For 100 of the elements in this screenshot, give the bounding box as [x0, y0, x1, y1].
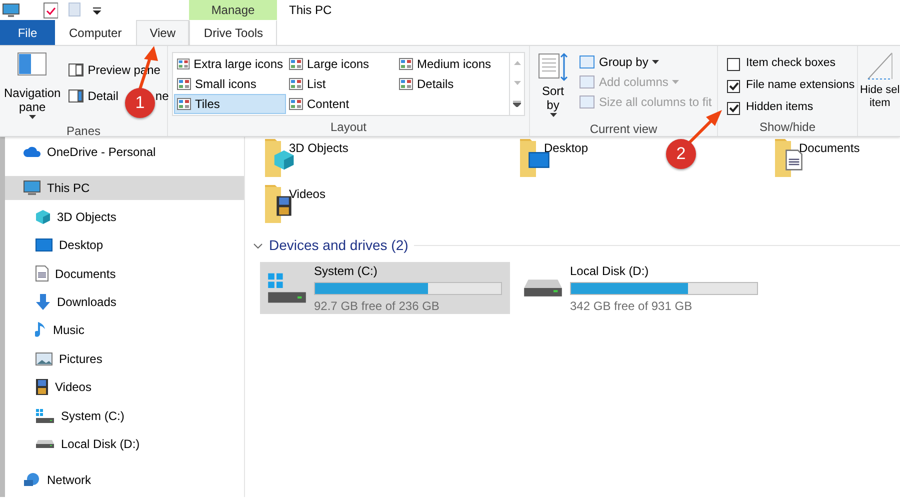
navigation-pane-button[interactable]: Navigation pane	[4, 50, 61, 122]
nav-item[interactable]: Documents	[5, 262, 244, 286]
layout-option[interactable]: Tiles	[174, 94, 286, 114]
window-title: This PC	[289, 2, 332, 19]
checkbox[interactable]	[727, 58, 740, 70]
section-heading[interactable]: Devices and drives (2)	[269, 235, 408, 256]
view-command[interactable]: Group by	[576, 52, 662, 72]
option-label: File name extensions	[746, 78, 855, 94]
nav-item[interactable]: Downloads	[5, 290, 244, 314]
sort-icon	[538, 52, 568, 82]
free-space-text: 92.7 GB free of 236 GB	[314, 298, 440, 314]
checkbox-option[interactable]: Hidden items	[724, 98, 858, 118]
checkbox[interactable]	[727, 102, 740, 114]
option-label: Hidden items	[746, 100, 814, 116]
nav-item[interactable]: Network	[5, 468, 244, 492]
picture-icon	[35, 352, 53, 366]
view-icon	[399, 58, 413, 70]
nav-label: OneDrive - Personal	[47, 144, 156, 161]
nav-item[interactable]: This PC	[5, 176, 244, 200]
layout-option[interactable]: List	[286, 74, 396, 94]
drive-tile[interactable]: System (C:) 92.7 GB free of 236 GB	[260, 262, 510, 314]
pane-toggle[interactable]: Detail	[64, 86, 120, 106]
nav-item[interactable]: 3D Objects	[5, 204, 244, 229]
view-command: Add columns	[576, 72, 682, 92]
dropdown-icon	[92, 5, 102, 15]
drive-icon	[522, 277, 564, 299]
option-label: Item check boxes	[746, 56, 836, 72]
view-icon	[289, 78, 303, 90]
pane-icon	[17, 52, 48, 76]
nav-item[interactable]: Local Disk (D:)	[5, 432, 244, 456]
nav-item[interactable]: Videos	[5, 375, 244, 400]
folder-label: Videos	[289, 186, 326, 203]
document-icon	[35, 265, 49, 282]
checkbox-option[interactable]: Item check boxes	[724, 54, 858, 74]
label-fragment: ne	[155, 88, 169, 105]
ribbon-tab[interactable]: View	[136, 20, 190, 45]
monitor-icon	[23, 180, 41, 196]
nav-label: 3D Objects	[57, 208, 116, 226]
view-icon	[177, 98, 191, 110]
layout-option[interactable]: Medium icons	[396, 54, 508, 74]
nav-item[interactable]: Desktop	[5, 233, 244, 258]
nav-item[interactable]: Music	[5, 318, 244, 342]
folder-item[interactable]: 3D Objects	[265, 139, 520, 179]
nav-label: Network	[47, 472, 92, 490]
nav-label: Local Disk (D:)	[61, 436, 140, 454]
caret-icon	[652, 60, 660, 64]
layout-option[interactable]: Extra large icons	[174, 54, 286, 74]
down-arrow-icon	[35, 293, 51, 312]
network-icon	[23, 472, 41, 488]
checkbox[interactable]	[727, 80, 740, 92]
group-label: Show/hide	[758, 119, 817, 136]
nav-label: Desktop	[59, 237, 104, 254]
nav-label: Pictures	[59, 350, 102, 368]
layout-option[interactable]: Content	[286, 94, 396, 114]
group-icon	[579, 55, 595, 69]
sort-by-button[interactable]: Sort by	[534, 50, 572, 120]
expand-icon	[513, 101, 521, 107]
details-pane-icon	[68, 89, 84, 103]
scroll-up-icon	[514, 61, 520, 65]
nav-item[interactable]: System (C:)	[5, 404, 244, 428]
nav-label: Documents	[55, 266, 116, 283]
ribbon-tab[interactable]: File	[0, 20, 55, 45]
step-badge: 2	[666, 139, 696, 169]
ribbon-tab[interactable]: Computer	[55, 20, 136, 45]
folder-item[interactable]: Documents	[775, 139, 900, 179]
contextual-tab-header: Manage	[189, 0, 277, 20]
layout-option[interactable]: Small icons	[174, 74, 286, 94]
drive-name: Local Disk (D:)	[570, 262, 650, 280]
hide-icon	[867, 52, 893, 80]
view-icon	[289, 98, 303, 110]
layout-option[interactable]: Large icons	[286, 54, 396, 74]
group-label: Panes	[65, 122, 102, 140]
cube-icon	[35, 208, 51, 225]
nav-label: System (C:)	[61, 408, 124, 425]
folder-label: Documents	[799, 140, 860, 157]
cloud-icon	[23, 146, 41, 158]
system-drive-icon	[266, 271, 308, 305]
desktop-icon	[35, 238, 53, 252]
folder-label: Desktop	[544, 140, 588, 157]
checkbox-option[interactable]: File name extensions	[724, 76, 858, 96]
nav-label: Music	[53, 322, 84, 340]
layout-option[interactable]: Details	[396, 74, 508, 94]
group-label: Current view	[588, 120, 658, 138]
music-note-icon	[35, 321, 47, 340]
fit-columns-icon	[579, 95, 595, 109]
free-space-text: 342 GB free of 931 GB	[570, 298, 694, 314]
drive-tile[interactable]: Local Disk (D:) 342 GB free of 931 GB	[516, 262, 766, 314]
group-label: Layout	[329, 119, 368, 136]
nav-label: This PC	[47, 180, 90, 198]
computer-icon	[2, 2, 20, 18]
view-command: Size all columns to fit	[576, 92, 715, 112]
columns-icon	[579, 75, 595, 89]
preview-pane-icon	[68, 63, 84, 77]
nav-item[interactable]: Pictures	[5, 346, 244, 371]
folder-item[interactable]: Videos	[265, 185, 520, 225]
drive-name: System (C:)	[314, 262, 378, 280]
folder-label: 3D Objects	[289, 140, 348, 157]
new-folder-icon	[68, 1, 82, 17]
system-drive-icon	[35, 408, 55, 424]
nav-item[interactable]: OneDrive - Personal	[5, 140, 244, 164]
